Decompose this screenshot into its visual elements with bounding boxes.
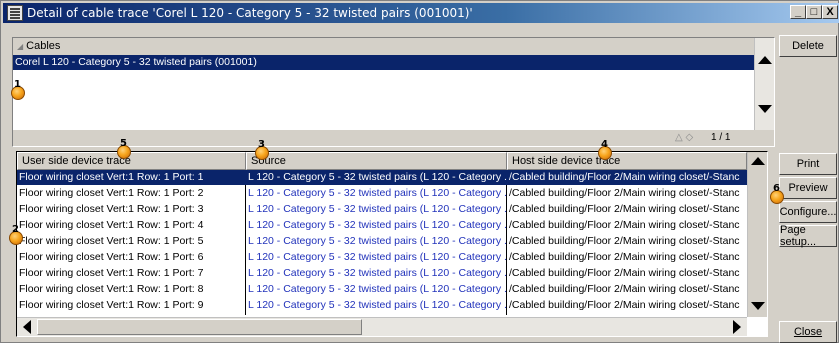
trace-table[interactable]: User side device trace Source Host side … [16,151,768,337]
print-button[interactable]: Print [779,153,837,175]
minimize-button[interactable]: _ [790,5,806,19]
maximize-button[interactable]: □ [806,5,822,19]
callout-number: 5 [120,138,127,149]
cables-column-header[interactable]: ◢ Cables [13,38,754,56]
cable-trace-window: Detail of cable trace 'Corel L 120 - Cat… [0,0,839,343]
table-row[interactable]: Floor wiring closet Vert:1 Row: 1 Port: … [17,234,747,249]
delete-button[interactable]: Delete [779,35,837,57]
scroll-left-icon[interactable] [23,320,31,334]
cell-source: L 120 - Category 5 - 32 twisted pairs (L… [248,219,506,231]
cell-host-side-trace: /Cabled building/Floor 2/Main wiring clo… [509,219,740,231]
pager-nav-icon[interactable]: △ ◇ [675,132,693,143]
cell-host-side-trace: /Cabled building/Floor 2/Main wiring clo… [509,187,740,199]
cables-pager: △ ◇ 1 / 1 [13,130,774,146]
callout-number: 1 [14,79,21,90]
window-app-icon [7,5,23,21]
cell-host-side-trace: /Cabled building/Floor 2/Main wiring clo… [509,299,740,311]
preview-button-label: Preview [788,182,828,194]
table-row[interactable]: Floor wiring closet Vert:1 Row: 1 Port: … [17,170,747,185]
cell-source: L 120 - Category 5 - 32 twisted pairs (L… [248,203,506,215]
sort-indicator-icon: ◢ [17,42,24,51]
preview-button[interactable]: Preview [779,177,837,199]
cables-list-scrollbar[interactable] [754,38,774,130]
cell-user-side-trace: Floor wiring closet Vert:1 Row: 1 Port: … [19,283,204,295]
cell-host-side-trace: /Cabled building/Floor 2/Main wiring clo… [509,171,740,183]
scroll-right-icon[interactable] [733,320,741,334]
table-row[interactable]: Floor wiring closet Vert:1 Row: 1 Port: … [17,282,747,297]
close-window-button[interactable]: X [822,5,838,19]
column-header-host-side[interactable]: Host side device trace [507,152,747,170]
cables-header-label: Cables [26,40,61,52]
scroll-up-icon[interactable] [751,157,765,165]
cell-user-side-trace: Floor wiring closet Vert:1 Row: 1 Port: … [19,267,204,279]
cell-host-side-trace: /Cabled building/Floor 2/Main wiring clo… [509,203,740,215]
callout-number: 2 [12,224,19,235]
cell-user-side-trace: Floor wiring closet Vert:1 Row: 1 Port: … [19,187,204,199]
cell-host-side-trace: /Cabled building/Floor 2/Main wiring clo… [509,267,740,279]
callout-number: 4 [601,139,608,150]
delete-button-label: Delete [792,40,824,52]
cell-source: L 120 - Category 5 - 32 twisted pairs (L… [248,299,506,311]
cell-source: L 120 - Category 5 - 32 twisted pairs (L… [248,283,506,295]
cell-source: L 120 - Category 5 - 32 twisted pairs (L… [248,267,506,279]
page-setup-button[interactable]: Page setup... [779,224,837,248]
cell-source: L 120 - Category 5 - 32 twisted pairs (L… [248,251,506,263]
cell-user-side-trace: Floor wiring closet Vert:1 Row: 1 Port: … [19,203,204,215]
cell-host-side-trace: /Cabled building/Floor 2/Main wiring clo… [509,283,740,295]
hscroll-thumb[interactable] [37,319,362,335]
close-button-label: Close [793,326,823,338]
cell-user-side-trace: Floor wiring closet Vert:1 Row: 1 Port: … [19,171,204,183]
cell-source: L 120 - Category 5 - 32 twisted pairs (L… [248,187,506,199]
configure-button[interactable]: Configure... [779,201,837,223]
page-setup-button-label: Page setup... [780,224,817,248]
title-bar[interactable]: Detail of cable trace 'Corel L 120 - Cat… [3,3,839,23]
cell-source: L 120 - Category 5 - 32 twisted pairs (L… [248,171,506,183]
table-row[interactable]: Floor wiring closet Vert:1 Row: 1 Port: … [17,218,747,233]
window-title: Detail of cable trace 'Corel L 120 - Cat… [27,6,473,20]
scroll-down-icon[interactable] [758,105,772,113]
column-header-user-side[interactable]: User side device trace [17,152,246,170]
table-row[interactable]: Floor wiring closet Vert:1 Row: 1 Port: … [17,298,747,313]
close-button[interactable]: Close [779,321,837,343]
pager-count: 1 / 1 [711,132,731,143]
cell-host-side-trace: /Cabled building/Floor 2/Main wiring clo… [509,235,740,247]
cable-name: Corel L 120 - Category 5 - 32 twisted pa… [15,56,257,68]
cell-user-side-trace: Floor wiring closet Vert:1 Row: 1 Port: … [19,235,204,247]
print-button-label: Print [796,158,820,170]
table-row[interactable]: Floor wiring closet Vert:1 Row: 1 Port: … [17,202,747,217]
scroll-up-icon[interactable] [758,56,772,64]
cell-host-side-trace: /Cabled building/Floor 2/Main wiring clo… [509,251,740,263]
table-row[interactable]: Floor wiring closet Vert:1 Row: 1 Port: … [17,186,747,201]
cables-list[interactable]: ◢ Cables Corel L 120 - Category 5 - 32 tw… [12,37,775,147]
callout-number: 3 [258,139,265,150]
trace-table-hscrollbar[interactable] [17,317,747,336]
cables-list-item[interactable]: Corel L 120 - Category 5 - 32 twisted pa… [13,55,754,70]
cell-source: L 120 - Category 5 - 32 twisted pairs (L… [248,235,506,247]
window-controls: _ □ X [790,5,838,19]
column-header-source[interactable]: Source [246,152,507,170]
cell-user-side-trace: Floor wiring closet Vert:1 Row: 1 Port: … [19,251,204,263]
trace-rows: Floor wiring closet Vert:1 Row: 1 Port: … [17,170,747,315]
scroll-down-icon[interactable] [751,302,765,310]
cell-user-side-trace: Floor wiring closet Vert:1 Row: 1 Port: … [19,219,204,231]
configure-button-label: Configure... [779,206,837,218]
trace-table-vscrollbar[interactable] [747,152,767,317]
cell-user-side-trace: Floor wiring closet Vert:1 Row: 1 Port: … [19,299,204,311]
table-row[interactable]: Floor wiring closet Vert:1 Row: 1 Port: … [17,250,747,265]
table-row[interactable]: Floor wiring closet Vert:1 Row: 1 Port: … [17,266,747,281]
callout-number: 6 [773,183,780,194]
